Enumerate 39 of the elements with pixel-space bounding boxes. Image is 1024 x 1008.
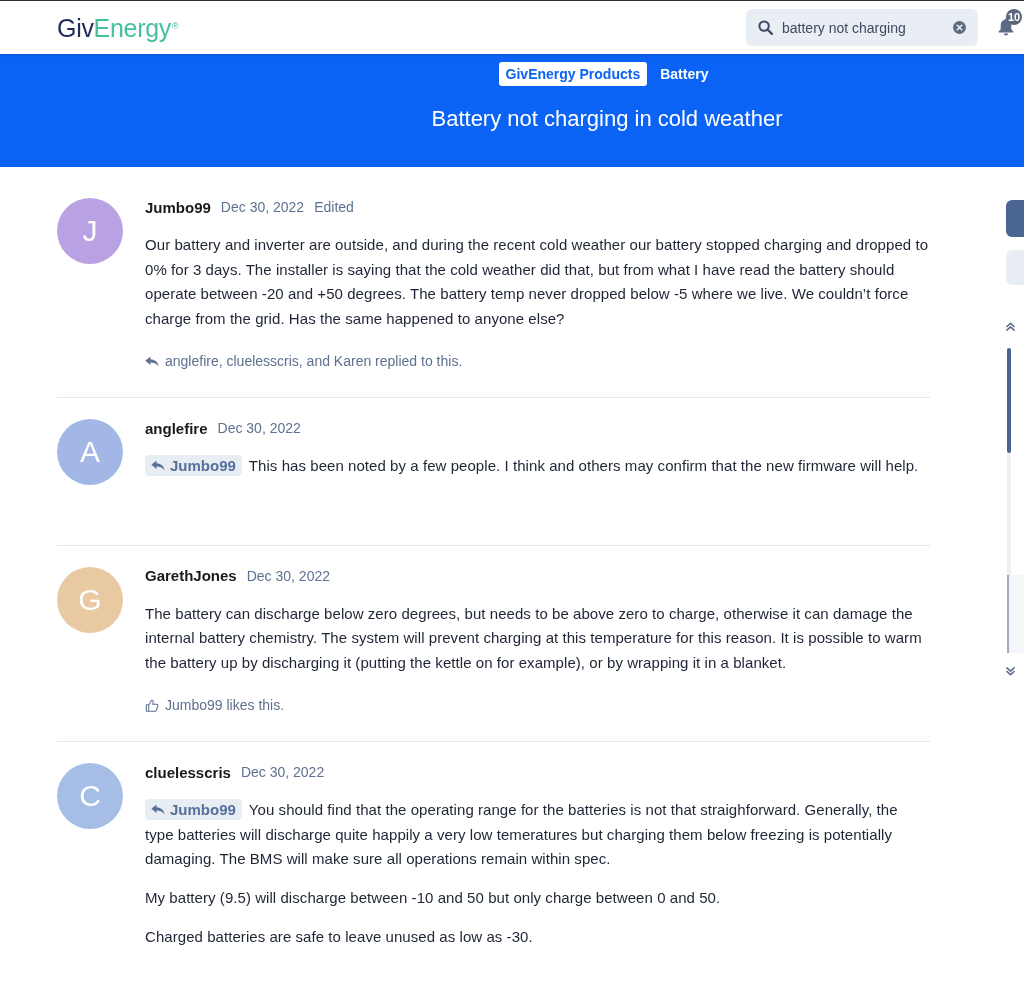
author-name[interactable]: GarethJones [145, 567, 237, 584]
post-text: My battery (9.5) will discharge between -10 and 50 but only charge between 0 and 50. [145, 888, 722, 908]
avatar: C [57, 763, 123, 829]
search-icon [758, 20, 773, 35]
post-text: Jumbo99 You should find that the operating range for the batteries is not that straighforward. Generally, the type batteries will discharge quite happily a very low temeratures but charging them below freezing is potentially damaging. The BMS will make sure all operations remain within spec. [145, 798, 899, 869]
reply-icon [145, 354, 159, 368]
post-activity[interactable]: Jumbo99 likes this. [165, 697, 285, 713]
post-text: Jumbo99 This has been noted by a few people. I think and others may confirm that the new firmware will help. [145, 454, 930, 479]
reply-to-chip[interactable]: Jumbo99 [145, 455, 242, 476]
reply-icon [151, 804, 165, 815]
post-date[interactable]: Dec 30, 2022 [217, 420, 301, 436]
avatar: J [57, 198, 123, 264]
logo[interactable]: GivEnergy$^{®}$ [57, 12, 179, 43]
author-name[interactable]: anglefire [145, 419, 208, 437]
notification-badge: 10 [1006, 8, 1023, 25]
timeline-track[interactable] [1007, 348, 1011, 653]
post-date[interactable]: Dec 30, 2022 [240, 764, 325, 780]
double-chevron-down-icon[interactable] [1006, 666, 1015, 676]
post-text: The battery can discharge below zero degrees, but needs to be above zero to charge, otherwise it can damage the internal battery chemistry. The system will prevent charging at this temperature for this reason. It is possible to warm the battery up by discharging it (putting the kettle on for example), or by wrapping it in a blanket. [145, 603, 923, 673]
timeline-handle[interactable] [1007, 348, 1011, 453]
thumbs-up-icon [145, 698, 159, 712]
category-link[interactable]: Battery [653, 62, 716, 86]
post-text: Our battery and inverter are outside, and during the recent cold weather our battery stopped charging and dropped to 0% for 3 days. The installer is saying that the cold weather did that, but from what I have read the battery should operate between -20 and +50 degrees. The battery temp never dropped below -5 where we live. We couldn’t force charge from the grid. Has the same happened to anyone else? [145, 235, 930, 329]
double-chevron-up-icon[interactable] [1006, 321, 1015, 331]
post-date[interactable]: Dec 30, 2022 [246, 567, 330, 584]
category-link[interactable]: GivEnergy Products [498, 62, 648, 86]
edited-label[interactable]: Edited [314, 199, 354, 215]
topic-title: Battery not charging in cold weather [431, 106, 783, 132]
clear-icon[interactable] [953, 21, 966, 34]
post-text: Charged batteries are safe to leave unused as low as -30. [145, 927, 534, 947]
avatar: G [57, 566, 123, 633]
reply-to-chip[interactable]: Jumbo99 [145, 799, 242, 820]
author-name[interactable]: Jumbo99 [145, 198, 211, 216]
post-activity[interactable]: anglefire, cluelesscris, and Karen replied to this. [165, 353, 463, 369]
post-date[interactable]: Dec 30, 2022 [220, 199, 305, 215]
search-field[interactable]: battery not charging [746, 9, 978, 46]
reply-icon [151, 460, 165, 471]
avatar: A [57, 419, 123, 485]
author-name[interactable]: cluelesscris [145, 763, 231, 781]
